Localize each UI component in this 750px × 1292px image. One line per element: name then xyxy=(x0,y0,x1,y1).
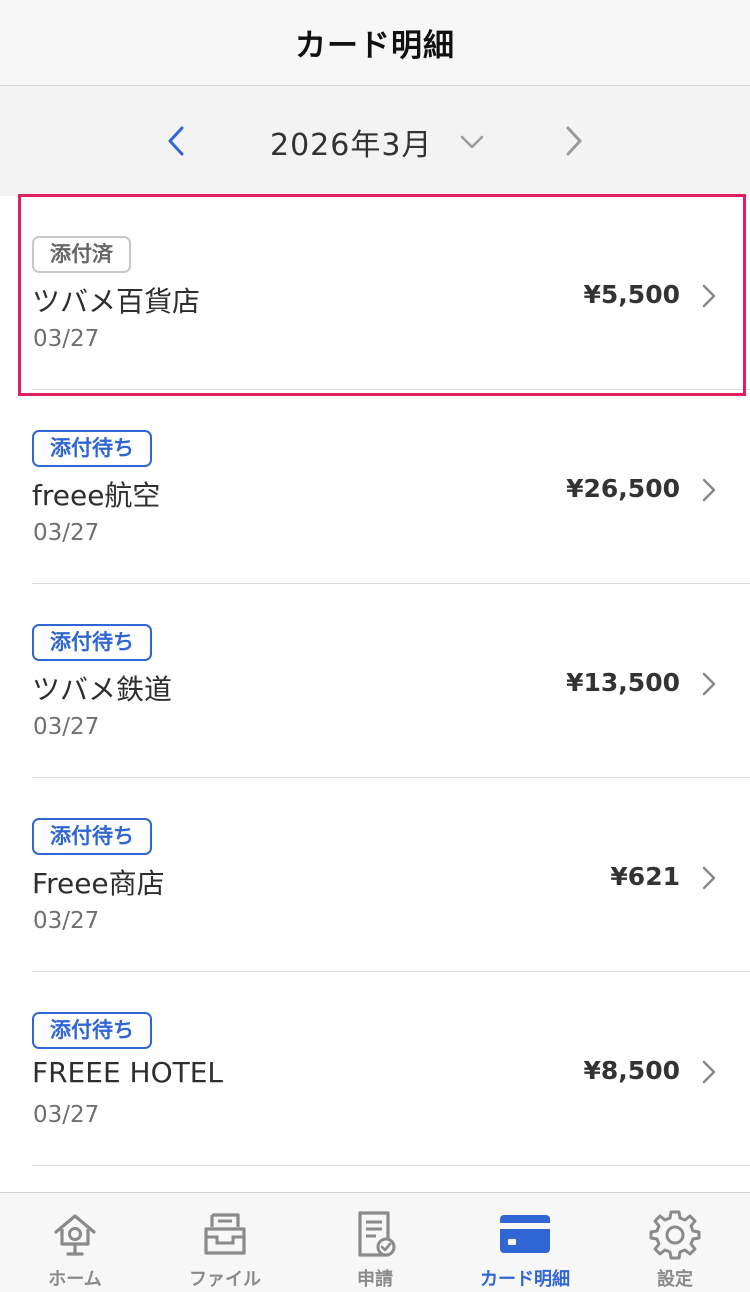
page-title: カード明細 xyxy=(295,28,455,64)
tab-file[interactable]: ファイル xyxy=(150,1193,300,1292)
tab-settings[interactable]: 設定 xyxy=(600,1193,750,1292)
status-badge: 添付待ち xyxy=(32,818,152,855)
transaction-row[interactable]: 添付待ち FREEE HOTEL 03/27 ¥8,500 xyxy=(0,972,750,1166)
home-icon xyxy=(54,1214,96,1256)
status-badge: 添付待ち xyxy=(32,1012,152,1049)
chevron-right-icon xyxy=(702,866,716,890)
merchant-name: Freee商店 xyxy=(32,867,165,900)
tab-card-statement[interactable]: カード明細 xyxy=(450,1193,600,1292)
tab-application[interactable]: 申請 xyxy=(300,1193,450,1292)
chevron-right-icon xyxy=(702,478,716,502)
tab-label: 設定 xyxy=(657,1269,693,1290)
merchant-name: freee航空 xyxy=(32,479,161,512)
transaction-row[interactable]: 添付待ち ツバメ鉄道 03/27 ¥13,500 xyxy=(0,584,750,778)
transaction-amount: ¥8,500 xyxy=(583,1056,680,1085)
navigation-bar: カード明細 xyxy=(0,0,750,86)
transaction-date: 03/27 xyxy=(33,1102,100,1128)
file-box-icon xyxy=(204,1213,246,1255)
tab-label: ホーム xyxy=(48,1269,102,1290)
transaction-row[interactable]: 添付済 ツバメ百貨店 03/27 ¥5,500 xyxy=(0,194,750,396)
tab-label: ファイル xyxy=(189,1269,261,1290)
status-badge: 添付待ち xyxy=(32,624,152,661)
tab-label: 申請 xyxy=(357,1269,393,1290)
chevron-down-icon xyxy=(461,135,484,149)
merchant-name: ツバメ百貨店 xyxy=(32,285,201,318)
month-dropdown[interactable]: 2026年3月 xyxy=(270,120,486,164)
transaction-row[interactable]: 添付待ち Freee商店 03/27 ¥621 xyxy=(0,778,750,972)
status-badge: 添付済 xyxy=(32,236,131,273)
transaction-amount: ¥13,500 xyxy=(566,668,680,697)
tab-label: カード明細 xyxy=(480,1269,570,1290)
transaction-date: 03/27 xyxy=(33,326,100,352)
transaction-list: 添付済 ツバメ百貨店 03/27 ¥5,500 添付待ち freee航空 03/… xyxy=(0,194,750,1166)
credit-card-icon xyxy=(500,1215,550,1253)
next-month-icon[interactable] xyxy=(556,122,588,160)
transaction-amount: ¥26,500 xyxy=(566,474,680,503)
merchant-name: FREEE HOTEL xyxy=(32,1056,224,1089)
chevron-right-icon xyxy=(702,672,716,696)
chevron-right-icon xyxy=(702,284,716,308)
chevron-right-icon xyxy=(702,1060,716,1084)
bottom-tab-bar: ホーム ファイル 申請 カード明細 設定 xyxy=(0,1192,750,1292)
tab-home[interactable]: ホーム xyxy=(0,1193,150,1292)
transaction-date: 03/27 xyxy=(33,714,100,740)
transaction-amount: ¥621 xyxy=(610,862,680,891)
row-divider xyxy=(32,1165,750,1166)
transaction-amount: ¥5,500 xyxy=(583,280,680,309)
merchant-name: ツバメ鉄道 xyxy=(32,673,173,706)
gear-icon xyxy=(649,1210,701,1260)
transaction-date: 03/27 xyxy=(33,908,100,934)
status-badge: 添付待ち xyxy=(32,430,152,467)
previous-month-icon[interactable] xyxy=(162,122,194,160)
month-selector-bar: 2026年3月 xyxy=(0,86,750,196)
month-label: 2026年3月 xyxy=(270,128,433,163)
transaction-row[interactable]: 添付待ち freee航空 03/27 ¥26,500 xyxy=(0,390,750,584)
transaction-date: 03/27 xyxy=(33,520,100,546)
app-screen: カード明細 2026年3月 添付済 ツバメ百貨店 03/27 ¥5,500 添付… xyxy=(0,0,750,1292)
application-document-icon xyxy=(358,1211,396,1257)
